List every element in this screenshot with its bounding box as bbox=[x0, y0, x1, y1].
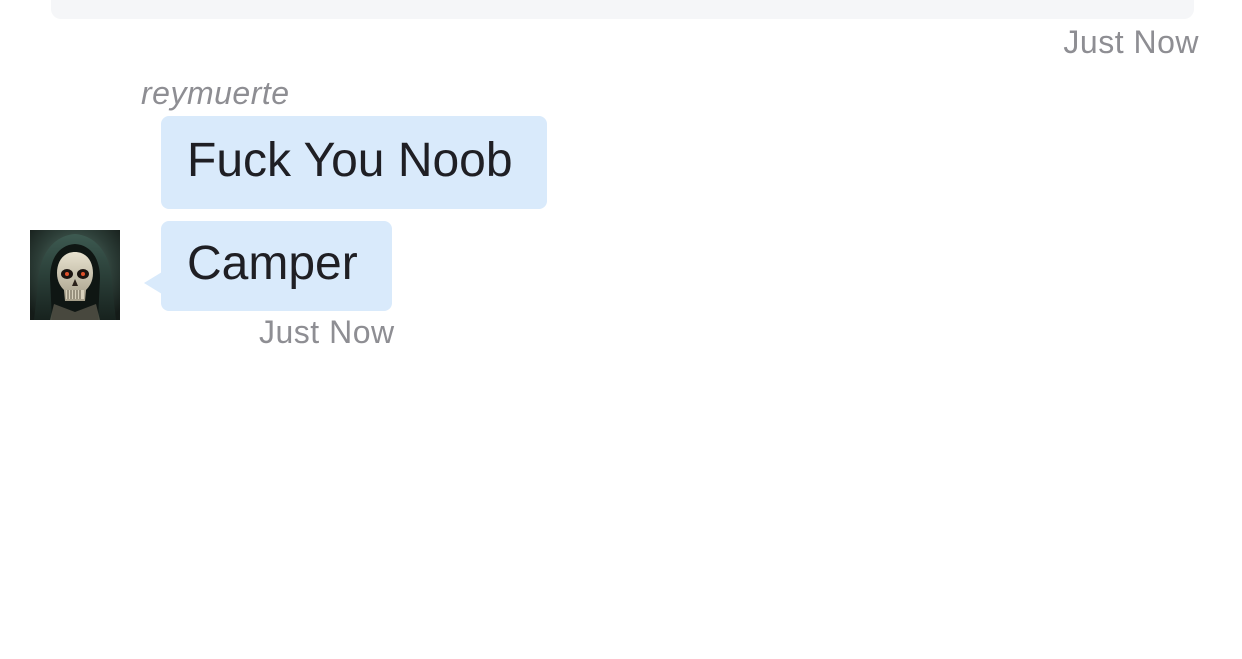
sender-name[interactable]: reymuerte bbox=[141, 75, 290, 112]
chat-window: Just Now reymuerte Fuck You Noob Camper bbox=[0, 0, 1242, 659]
message-text: Fuck You Noob bbox=[187, 134, 513, 187]
message-text: Camper bbox=[187, 237, 358, 290]
message-timestamp: Just Now bbox=[1063, 24, 1199, 60]
message-bubble[interactable]: Camper bbox=[161, 221, 392, 311]
bubble-tail bbox=[144, 272, 162, 294]
message-timestamp: Just Now bbox=[259, 314, 395, 350]
avatar[interactable] bbox=[30, 230, 120, 320]
previous-message-bubble[interactable] bbox=[51, 0, 1194, 19]
message-bubble[interactable]: Fuck You Noob bbox=[161, 116, 547, 209]
hooded-skull-avatar-icon bbox=[30, 230, 120, 320]
